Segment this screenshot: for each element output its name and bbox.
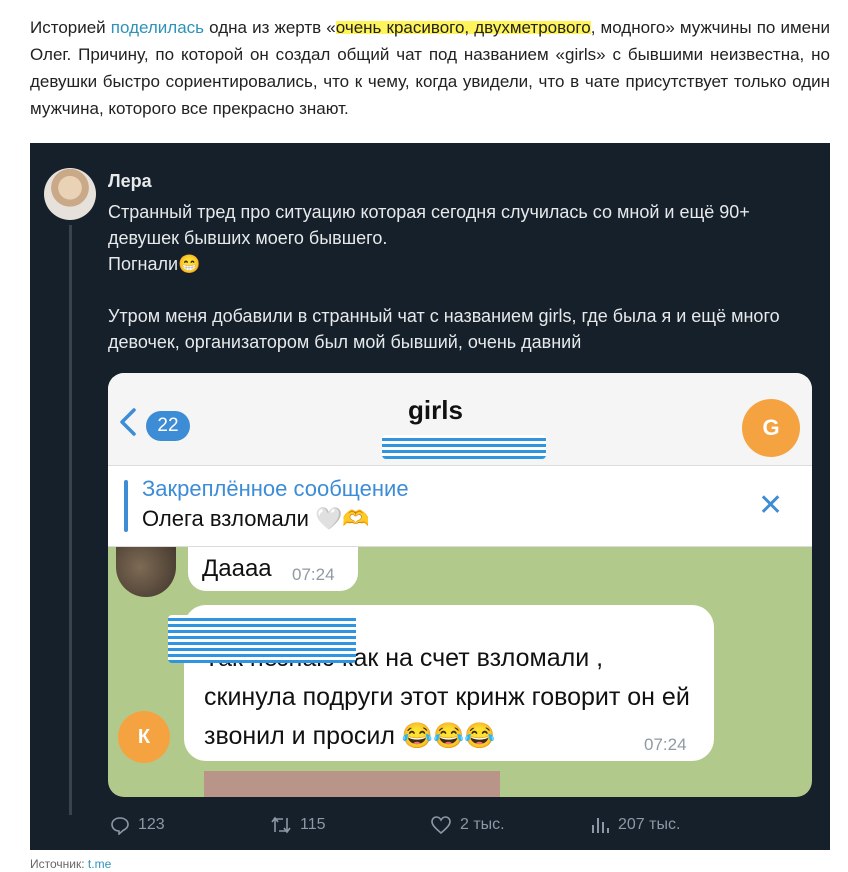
message-time: 07:24 (644, 735, 687, 754)
source-label: Источник: (30, 857, 88, 871)
like-count: 2 тыс. (460, 816, 505, 833)
message-text: Даааа (202, 555, 272, 582)
chat-avatar[interactable]: G (742, 399, 800, 457)
tweet-text: Странный тред про ситуацию которая сегод… (108, 199, 808, 355)
thread-line (69, 225, 72, 815)
tweet-line-3: Утром меня добавили в странный чат с наз… (108, 306, 780, 352)
chat-header: 22 girls G (108, 373, 812, 465)
tweet-embed: Лера Странный тред про ситуацию которая … (30, 143, 830, 850)
tweet-line-1: Странный тред про ситуацию которая сегод… (108, 202, 750, 248)
author-avatar[interactable] (44, 168, 96, 220)
redaction-scribble (382, 435, 546, 459)
like-button[interactable]: 2 тыс. (430, 815, 505, 835)
redaction-scribble (168, 615, 356, 663)
telegram-screenshot[interactable]: 22 girls G Закреплённое сообщение Олега … (108, 373, 812, 797)
retweet-count: 115 (300, 816, 326, 833)
source-link[interactable]: t.me (88, 857, 111, 871)
pinned-message-bar[interactable]: Закреплённое сообщение Олега взломали 🤍🫶… (108, 465, 812, 547)
bar-chart-icon (592, 818, 609, 833)
message-time: 07:24 (292, 565, 335, 584)
message-bubble: Даааа 07:24 (188, 547, 358, 591)
retweet-icon (271, 816, 291, 834)
views-button[interactable]: 207 тыс. (590, 815, 680, 835)
views-count: 207 тыс. (618, 816, 681, 833)
chat-title: girls (408, 395, 463, 425)
tweet-actions: 123 115 2 тыс. 207 тыс. (108, 815, 808, 839)
pinned-text: Олега взломали 🤍🫶 (142, 506, 370, 531)
sender-avatar[interactable] (116, 547, 176, 597)
chevron-left-icon[interactable] (118, 407, 138, 437)
unread-count-badge[interactable]: 22 (146, 411, 190, 441)
reply-icon (111, 817, 129, 835)
author-name[interactable]: Лера (108, 171, 152, 192)
reply-button[interactable]: 123 (110, 815, 165, 835)
photo-preview[interactable] (204, 771, 500, 797)
close-icon[interactable]: ✕ (758, 488, 783, 523)
shared-link[interactable]: поделилась (111, 18, 204, 37)
retweet-button[interactable]: 115 (270, 815, 326, 835)
pinned-title: Закреплённое сообщение (142, 476, 409, 501)
article-paragraph: Историей поделилась одна из жертв «очень… (30, 14, 830, 122)
highlighted-text: очень красивого, двухметрового (335, 18, 591, 37)
source-caption: Источник: t.me (30, 857, 111, 871)
heart-icon (431, 816, 451, 835)
reply-count: 123 (138, 816, 165, 833)
pinned-indicator (124, 480, 128, 532)
article-text-start: Историей (30, 18, 111, 37)
tweet-line-2: Погнали😁 (108, 254, 201, 274)
article-text-mid: одна из жертв « (204, 18, 336, 37)
sender-avatar[interactable]: К (118, 711, 170, 763)
